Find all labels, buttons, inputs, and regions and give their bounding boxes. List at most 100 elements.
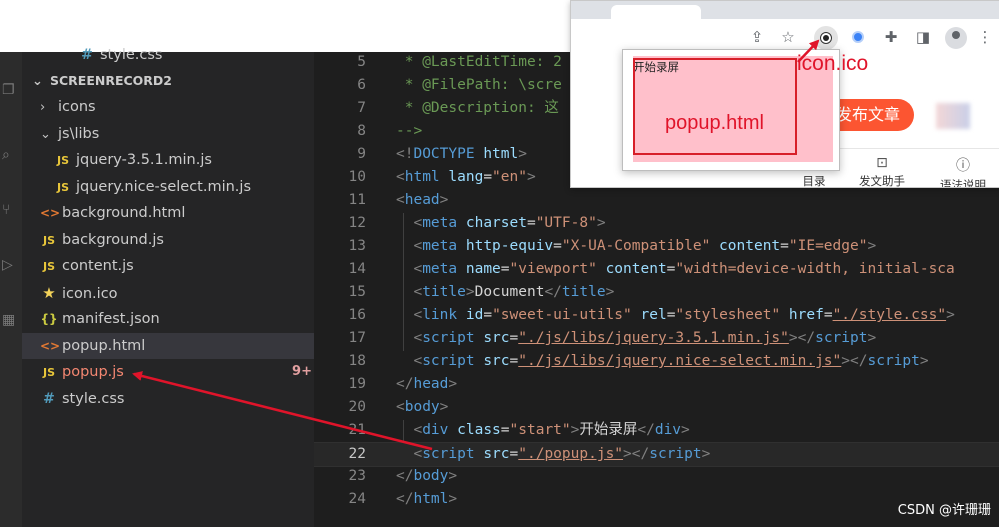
extensions-activity-icon[interactable]: ▦: [2, 312, 18, 328]
line-number: 16: [348, 307, 366, 323]
code-text: <meta http-equiv="X-UA-Compatible" conte…: [413, 238, 877, 254]
source-control-activity-icon[interactable]: ⑂: [2, 202, 18, 218]
tree-item-manifest-json[interactable]: {} manifest.json: [22, 306, 332, 332]
code-text: * @LastEditTime: 2: [396, 54, 562, 70]
code-line[interactable]: 15 <title>Document</title>: [314, 281, 999, 304]
code-line[interactable]: 20 <body>: [314, 396, 999, 419]
tree-item-background-html[interactable]: <> background.html: [22, 200, 332, 226]
watermark: CSDN @许珊珊: [897, 503, 991, 518]
line-number: 15: [348, 284, 366, 300]
line-number: 12: [348, 215, 366, 231]
tree-item-label: style.css: [62, 390, 125, 407]
syntax-help-button[interactable]: ⓘ 语法说明: [935, 155, 991, 187]
explorer-section-header[interactable]: ⌄ SCREENRECORD2: [22, 68, 324, 94]
js-file-icon: JS: [56, 180, 69, 194]
share-icon[interactable]: ⇪: [747, 27, 767, 47]
tree-item-label: background.js: [62, 231, 164, 248]
code-text: <meta charset="UTF-8">: [413, 215, 606, 231]
line-number: 19: [348, 376, 366, 392]
writing-assistant-button[interactable]: ⊡ 发文助手: [854, 155, 910, 187]
code-line[interactable]: 21 <div class="start">开始录屏</div>: [314, 419, 999, 442]
tree-item-jquery-nice-select-min-js[interactable]: JS jquery.nice-select.min.js: [22, 174, 346, 200]
line-number: 18: [348, 353, 366, 369]
tree-item-icons[interactable]: › icons: [22, 94, 332, 120]
code-text: </html>: [396, 491, 458, 507]
record-extension-icon[interactable]: [814, 26, 838, 50]
line-number: 13: [348, 238, 366, 254]
blue-extension-icon[interactable]: [852, 31, 864, 43]
line-number: 21: [348, 422, 366, 438]
code-text: </head>: [396, 376, 458, 392]
tree-item-label: jquery.nice-select.min.js: [76, 178, 251, 195]
code-line[interactable]: 24 </html>: [314, 488, 999, 511]
css-file-icon: #: [43, 390, 55, 407]
code-text: <link id="sweet-ui-utils" rel="styleshee…: [413, 307, 955, 323]
code-line[interactable]: 11 <head>: [314, 189, 999, 212]
tree-item-label: icon.ico: [62, 285, 118, 302]
line-number: 22: [348, 446, 366, 462]
search-activity-icon[interactable]: ⌕: [2, 147, 18, 163]
explorer-activity-icon[interactable]: ❐: [2, 82, 18, 98]
tree-item-popup-js[interactable]: JS popup.js 9+: [22, 359, 332, 385]
star-icon[interactable]: ☆: [778, 27, 798, 47]
tree-item-content-js[interactable]: JS content.js: [22, 253, 332, 279]
tree-item-popup-html[interactable]: <> popup.html: [22, 332, 332, 359]
line-number: 11: [348, 192, 366, 208]
icon-ico-annotation: icon.ico: [797, 52, 869, 75]
run-debug-activity-icon[interactable]: ▷: [2, 257, 18, 273]
tree-item-icon-ico[interactable]: ★ icon.ico: [22, 280, 332, 306]
code-text: <html lang="en">: [396, 169, 536, 185]
code-line[interactable]: 13 <meta http-equiv="X-UA-Compatible" co…: [314, 235, 999, 258]
line-number: 7: [357, 100, 366, 116]
code-text: <div class="start">开始录屏</div>: [413, 422, 690, 438]
tree-item-jquery-3-5-1-min-js[interactable]: JS jquery-3.5.1.min.js: [22, 147, 346, 173]
line-number: 23: [348, 468, 366, 484]
js-file-icon: JS: [42, 260, 55, 273]
line-number: 6: [357, 77, 366, 93]
code-line[interactable]: 14 <meta name="viewport" content="width=…: [314, 258, 999, 281]
css-file-icon: #: [81, 47, 93, 63]
tree-item-label: manifest.json: [62, 311, 160, 327]
tree-item-label: icons: [58, 99, 96, 115]
tree-item-label: background.html: [62, 205, 186, 221]
more-icon[interactable]: ⋮: [975, 27, 995, 47]
divider: [839, 148, 999, 149]
popup-html-annotation: popup.html: [665, 112, 764, 134]
code-line[interactable]: 23 </body>: [314, 465, 999, 488]
code-text: </body>: [396, 468, 458, 484]
code-text: * @Description: 这: [396, 100, 559, 116]
line-number: 5: [357, 54, 366, 70]
code-text: * @FilePath: \scre: [396, 77, 562, 93]
code-line[interactable]: 22 <script src="./popup.js"></script>: [314, 442, 999, 467]
js-file-icon: JS: [56, 154, 69, 167]
html-file-icon: <>: [40, 206, 61, 220]
puzzle-icon[interactable]: ✚: [881, 27, 901, 47]
browser-tab-strip: [571, 1, 999, 19]
chat-icon: ⊡: [876, 155, 888, 171]
tree-item-label: popup.html: [62, 337, 146, 354]
code-line[interactable]: 12 <meta charset="UTF-8">: [314, 212, 999, 235]
tree-item-style-css[interactable]: # style.css: [22, 386, 332, 412]
code-text: -->: [396, 123, 423, 139]
code-text: <script src="./js/libs/jquery.nice-selec…: [413, 353, 929, 369]
js-file-icon: JS: [42, 366, 55, 379]
code-line[interactable]: 18 <script src="./js/libs/jquery.nice-se…: [314, 350, 999, 373]
line-number: 14: [348, 261, 366, 277]
profile-icon[interactable]: [945, 27, 967, 49]
code-line[interactable]: 19 </head>: [314, 373, 999, 396]
tree-item-background-js[interactable]: JS background.js: [22, 227, 332, 253]
code-text: <script src="./popup.js"></script>: [413, 446, 711, 462]
code-line[interactable]: 16 <link id="sweet-ui-utils" rel="styles…: [314, 304, 999, 327]
code-line[interactable]: 17 <script src="./js/libs/jquery-3.5.1.m…: [314, 327, 999, 350]
code-text: <title>Document</title>: [413, 284, 615, 300]
tree-item-label: js\libs: [58, 125, 100, 142]
line-number: 20: [348, 399, 366, 415]
thumbnail-image: [936, 103, 970, 129]
line-number: 17: [348, 330, 366, 346]
sidebar-icon[interactable]: ◨: [913, 27, 933, 47]
tree-item-js-libs[interactable]: ⌄ js\libs: [22, 121, 332, 147]
code-text: <!DOCTYPE html>: [396, 146, 527, 162]
browser-tab[interactable]: [611, 5, 701, 19]
problems-badge: 9+: [292, 364, 312, 379]
help-icon: ⓘ: [956, 158, 970, 174]
